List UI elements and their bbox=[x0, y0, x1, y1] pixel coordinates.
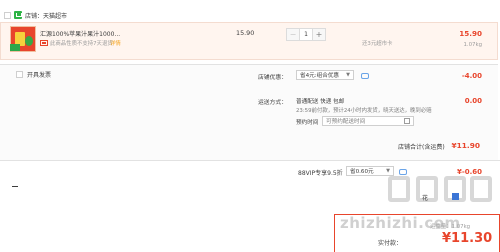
decrease-quantity-button[interactable]: − bbox=[287, 29, 299, 40]
chevron-down-icon: ▼ bbox=[386, 168, 390, 174]
delivery-time-label: 预约时间 bbox=[296, 120, 319, 126]
vip-discount-label: 88VIP专享9.5折 bbox=[298, 170, 343, 177]
store-checkbox[interactable] bbox=[4, 11, 11, 19]
product-title[interactable]: 汇源100%苹果汁果汁1000... bbox=[40, 29, 120, 38]
coupon-selected-value: 省4元:组合优惠 bbox=[300, 73, 340, 79]
coupon-amount: -4.00 bbox=[461, 72, 482, 80]
watermark-logo-icon bbox=[470, 176, 492, 202]
store-name[interactable]: 店铺：天猫超市 bbox=[25, 11, 67, 20]
divider bbox=[0, 160, 500, 161]
supermarket-card-note: 还3元超市卡 bbox=[362, 41, 393, 47]
watermark-logo-icon bbox=[388, 176, 410, 202]
delivery-time-placeholder: 可预约配送时间 bbox=[326, 119, 366, 125]
vip-selected-value: 省0.60元 bbox=[350, 169, 374, 175]
store-icon bbox=[14, 11, 22, 19]
line-total: 15.90 bbox=[459, 29, 482, 38]
payment-option-label: 花 bbox=[422, 195, 429, 202]
watermark-text: zhizhizhi.com bbox=[340, 214, 461, 232]
invoice-checkbox[interactable] bbox=[16, 71, 23, 78]
shipping-note: 23:59前付款，预计24小时内发货，晓天送达，晚到必赔 bbox=[296, 108, 432, 114]
chat-icon[interactable] bbox=[399, 169, 407, 175]
invoice-label: 开具发票 bbox=[27, 72, 52, 79]
refund-note: 此商品性质不支持7天退货 bbox=[50, 41, 113, 47]
store-total-value: ¥11.90 bbox=[451, 141, 480, 150]
payment-checkbox-icon[interactable] bbox=[452, 193, 459, 200]
coupon-select[interactable]: 省4元:组合优惠 ▼ bbox=[296, 70, 354, 80]
delivery-time-select[interactable]: 可预约配送时间 bbox=[322, 116, 414, 126]
calendar-icon bbox=[404, 118, 410, 124]
quantity-stepper: − 1 + bbox=[286, 28, 326, 41]
coupon-label: 店铺优惠： bbox=[258, 75, 287, 81]
shipping-fee: 0.00 bbox=[464, 97, 482, 105]
product-weight: 1.07kg bbox=[463, 42, 482, 48]
refund-tag-icon bbox=[40, 40, 48, 46]
vip-discount-amount: ¥-0.60 bbox=[456, 168, 482, 176]
vip-discount-select[interactable]: 省0.60元 ▼ bbox=[346, 166, 394, 176]
chat-icon[interactable] bbox=[361, 73, 369, 79]
increase-quantity-button[interactable]: + bbox=[313, 29, 325, 40]
store-header: 店铺：天猫超市 bbox=[0, 8, 500, 22]
store-total-label: 店铺合计(含运费) bbox=[398, 144, 445, 151]
chevron-down-icon: ▼ bbox=[346, 72, 350, 78]
unit-price: 15.90 bbox=[236, 29, 255, 37]
invoice-option[interactable]: 开具发票 bbox=[12, 70, 51, 79]
shipping-label: 运送方式： bbox=[258, 100, 287, 106]
final-payment-label: 实付款： bbox=[378, 240, 403, 247]
product-badge-icon bbox=[10, 44, 20, 51]
refund-details-link[interactable]: 详情 bbox=[110, 39, 121, 47]
shipping-method: 普通配送 快递 包邮 bbox=[296, 99, 345, 105]
final-payment-amount: ¥11.30 bbox=[442, 231, 493, 246]
divider bbox=[12, 186, 18, 187]
quantity-input[interactable]: 1 bbox=[299, 29, 313, 40]
